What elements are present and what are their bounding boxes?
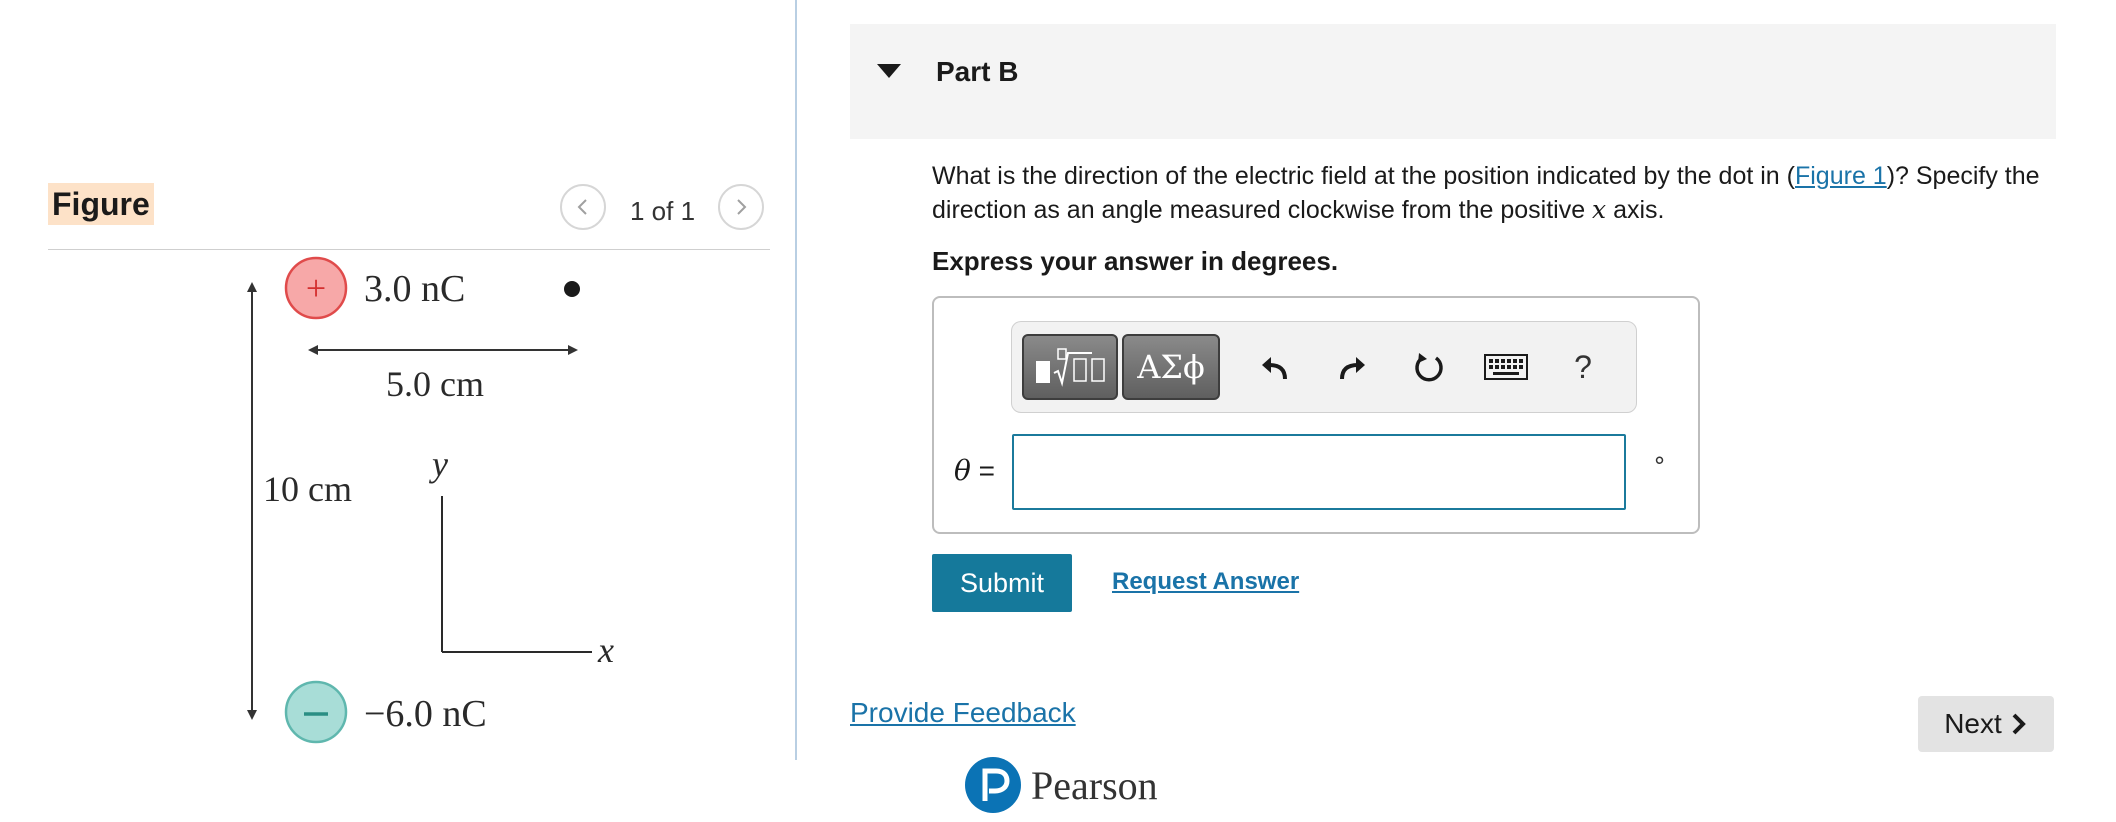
charge-diagram: 10 cm + 3.0 nC 5.0 cm y x −6.0 nC [48,250,788,754]
question-text-start: What is the direction of the electric fi… [932,162,1795,190]
question-text: What is the direction of the electric fi… [932,160,2062,227]
undo-icon [1262,357,1287,380]
math-toolbar: ΑΣϕ ? [1011,321,1637,413]
part-header[interactable]: Part B [850,24,2056,139]
keyboard-button[interactable] [1480,344,1532,390]
chevron-right-icon [737,199,747,215]
figure-prev-button[interactable] [560,184,606,230]
positive-sign: + [306,268,326,308]
redo-icon [1340,357,1365,380]
equals-sign: = [978,455,995,486]
x-axis-label: x [597,630,614,670]
templates-icon [1036,348,1105,387]
provide-feedback-link[interactable]: Provide Feedback [850,697,1076,729]
greek-symbols-button[interactable]: ΑΣϕ [1122,334,1220,400]
pearson-wordmark: Pearson [1031,762,1158,808]
field-point-dot [564,281,580,297]
figure-title: Figure [48,183,154,225]
pearson-logo-icon [965,757,1021,813]
reset-icon [1415,353,1443,382]
vertical-distance-label: 10 cm [263,469,352,509]
templates-button[interactable] [1022,334,1118,400]
part-title: Part B [936,56,1019,87]
help-button[interactable]: ? [1560,344,1606,390]
redo-button[interactable] [1329,344,1375,390]
request-answer-link[interactable]: Request Answer [1112,568,1299,596]
undo-button[interactable] [1252,344,1298,390]
negative-charge [284,680,348,744]
figure-pager: 1 of 1 [630,196,696,226]
y-axis-label: y [429,444,448,484]
question-variable: x [1592,195,1607,224]
answer-variable-label: θ = [954,454,995,487]
keyboard-icon [1484,354,1528,380]
next-button-label: Next [1944,708,2002,739]
next-button[interactable]: Next [1918,696,2054,752]
question-text-end: axis. [1606,196,1665,224]
answer-input[interactable] [1012,434,1626,510]
collapse-caret-icon[interactable] [877,64,901,78]
answer-box: ΑΣϕ ? θ = ∘ [932,296,1700,534]
pearson-logo: Pearson [965,757,1158,813]
positive-charge-label: 3.0 nC [364,268,465,310]
figure-panel: Figure 1 of 1 10 cm + 3.0 nC 5.0 cm y x … [0,0,800,822]
panel-divider [795,0,797,760]
chevron-right-icon [2012,713,2026,735]
figure-link[interactable]: Figure 1 [1795,162,1887,190]
reset-button[interactable] [1406,344,1452,390]
theta-symbol: θ [954,454,971,487]
submit-button[interactable]: Submit [932,554,1072,612]
figure-next-button[interactable] [718,184,764,230]
degree-unit: ∘ [1652,447,1668,474]
chevron-left-icon [577,199,587,215]
answer-instruction: Express your answer in degrees. [932,246,1339,276]
horizontal-distance-label: 5.0 cm [386,364,484,404]
negative-charge-label: −6.0 nC [364,693,487,735]
